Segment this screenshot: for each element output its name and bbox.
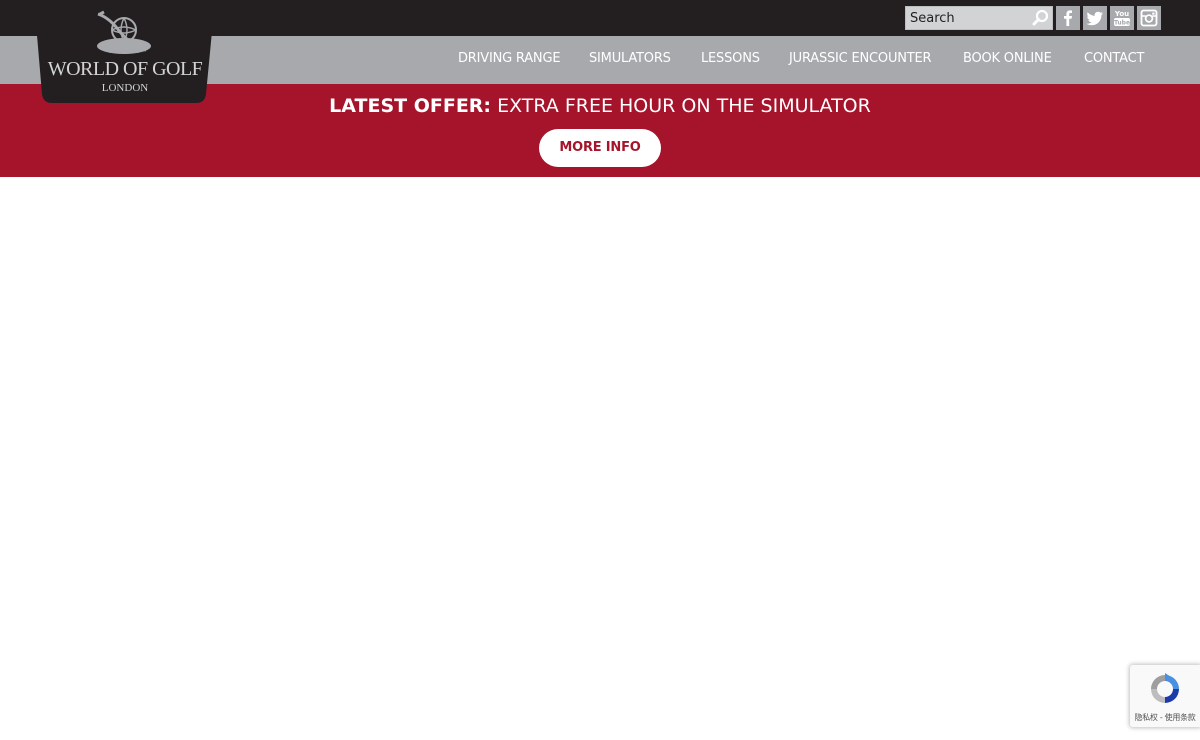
nav-item-simulators[interactable]: SIMULATORS — [589, 36, 671, 84]
nav-item-contact[interactable]: CONTACT — [1084, 36, 1144, 84]
nav-item-driving-range[interactable]: DRIVING RANGE — [458, 36, 561, 84]
search-button[interactable] — [1031, 8, 1051, 28]
recaptcha-icon — [1151, 673, 1179, 703]
recaptcha-badge[interactable]: 隐私权 - 使用条款 — [1130, 665, 1200, 727]
search-box — [905, 6, 1053, 30]
logo-subtitle: LONDON — [102, 82, 148, 94]
offer-label: LATEST OFFER: — [329, 95, 492, 117]
search-icon — [1032, 9, 1049, 26]
svg-text:Tube: Tube — [1114, 20, 1130, 27]
search-input[interactable] — [906, 7, 1028, 29]
nav-item-jurassic-encounter[interactable]: JURASSIC ENCOUNTER — [789, 36, 932, 84]
offer-text: EXTRA FREE HOUR ON THE SIMULATOR — [497, 95, 871, 117]
more-info-button[interactable]: MORE INFO — [539, 129, 661, 167]
svg-text:You: You — [1114, 10, 1129, 18]
twitter-icon — [1086, 11, 1103, 26]
youtube-link[interactable]: You Tube — [1110, 6, 1134, 30]
nav-item-lessons[interactable]: LESSONS — [701, 36, 760, 84]
logo-title: WORLD OF GOLF — [48, 58, 203, 80]
twitter-link[interactable] — [1083, 6, 1107, 30]
facebook-icon — [1064, 10, 1072, 26]
instagram-icon — [1140, 9, 1158, 27]
recaptcha-privacy-terms[interactable]: 隐私权 - 使用条款 — [1130, 712, 1200, 723]
youtube-icon: You Tube — [1114, 10, 1130, 27]
world-of-golf-logo[interactable]: WORLD OF GOLF LONDON — [34, 0, 215, 103]
instagram-link[interactable] — [1137, 6, 1161, 30]
nav-item-book-online[interactable]: BOOK ONLINE — [963, 36, 1052, 84]
facebook-link[interactable] — [1056, 6, 1080, 30]
